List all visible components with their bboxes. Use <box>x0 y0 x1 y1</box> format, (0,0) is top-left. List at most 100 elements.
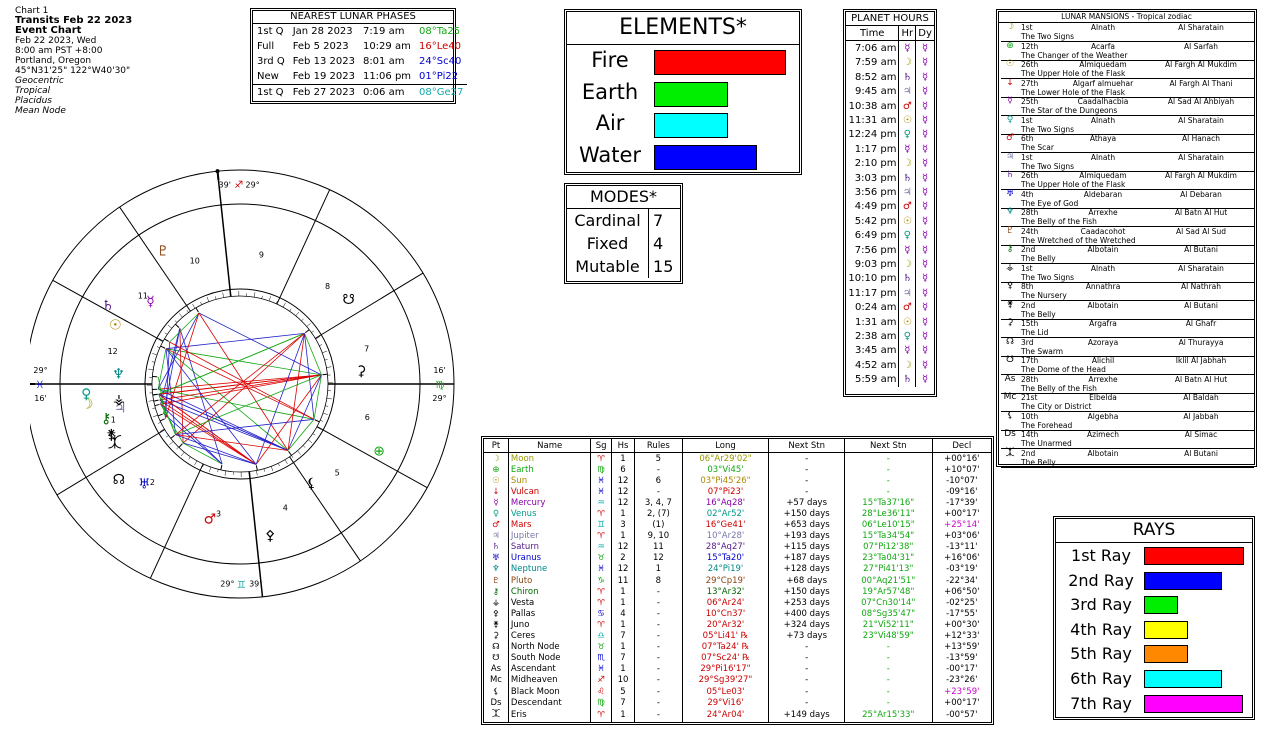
house-number: 12 <box>611 486 636 498</box>
longitude: 03°Pi45'26" <box>682 475 770 487</box>
ray-bar <box>1144 694 1243 713</box>
house-number: 1 <box>611 619 636 631</box>
position-row: ⚵ Juno ♈ 1-20°Ar32' +324 days 21°Vi52'11" +00°… <box>484 619 991 631</box>
mansion-name: Alnath <box>1090 152 1116 162</box>
element-row: Earth <box>567 77 797 108</box>
mansion-meaning: The Swarm <box>1021 346 1064 356</box>
point-icon: ⚷ <box>484 586 509 598</box>
mansion-number: 17th <box>1021 356 1039 365</box>
station-days: - <box>768 663 845 675</box>
planet-day-ruler-icon: ☿ <box>922 302 929 314</box>
cusp-sign-icon: ♓ <box>36 380 45 391</box>
sign-icon: ♈ <box>590 452 612 465</box>
planet-day-ruler-icon: ☿ <box>922 186 929 198</box>
longitude: 24°Pi19' <box>682 563 770 576</box>
sign-icon: ♓ <box>590 475 612 487</box>
point-name: Pallas <box>508 608 592 620</box>
sign-icon: ♈ <box>590 586 612 598</box>
cusp-minute-label: 39' <box>219 181 231 190</box>
declination: -00°17' <box>946 664 978 675</box>
mode-label: Cardinal <box>567 209 650 232</box>
point-name: Vulcan <box>508 486 592 498</box>
mansion-name: Albotain <box>1087 245 1119 254</box>
planet-day-ruler-icon: ☿ <box>922 129 929 141</box>
station-position: 25°Ar15'33" <box>844 708 933 723</box>
mc-arrow <box>216 171 220 181</box>
degree-tick <box>311 330 315 333</box>
planet-hour-ruler-icon: ☿ <box>898 242 917 258</box>
sign-icon: ♈ <box>590 708 612 723</box>
lunar-mansion-row: ↓ 27th Algarf almuehar Al Fargh Al Thani The… <box>1001 78 1254 98</box>
planet-position-tick <box>157 413 163 417</box>
planet-hour-time: 2:10 pm <box>846 156 900 171</box>
declination: -03°19' <box>946 564 978 575</box>
mansion-arabic-name: Al Butani <box>1184 448 1218 458</box>
degree-tick <box>209 466 212 472</box>
station-position: 06°Le10'15" <box>844 519 933 531</box>
planet-hour-time: 7:59 am <box>846 55 900 71</box>
planet-hour-ruler-icon: ☉ <box>898 314 917 330</box>
planet-hour-row: 12:24 pm ♀ ☿ <box>846 127 934 143</box>
point-icon: ⚶ <box>484 597 509 609</box>
mansion-number: 27th <box>1021 78 1039 88</box>
declination: +12°33' <box>944 631 980 642</box>
planet-day-ruler-icon: ☿ <box>922 86 929 98</box>
point-icon: ⚴ <box>484 608 509 620</box>
house-cusp-line <box>216 171 232 297</box>
planet-hour-time: 9:45 am <box>846 84 900 99</box>
degree-tick <box>325 405 329 407</box>
planet-position-tick <box>154 403 160 407</box>
sign-icon: ♈ <box>590 597 612 609</box>
degree-tick <box>167 324 173 329</box>
lunar-mansion-row: ⚷ 2nd Albotain Al Butani The Belly <box>1001 245 1254 265</box>
position-row: ⚴ Pallas ♋ 4-10°Cn37' +400 days 08°Sg35'47" -1… <box>484 608 991 620</box>
station-days: +73 days <box>768 630 845 642</box>
degree-tick <box>156 346 160 349</box>
rules-houses: - <box>634 486 683 498</box>
longitude: 29°Sg39'27" <box>682 674 770 686</box>
mode-row: Mutable 15 <box>567 255 680 278</box>
lunar-phases-panel: NEAREST LUNAR PHASES 1st Q Jan 28 2023 7:1… <box>250 8 468 104</box>
mansion-arabic-name: Al Fargh Al Mukdim <box>1165 171 1237 180</box>
planet-hour-ruler-icon: ♃ <box>898 286 917 301</box>
degree-tick <box>188 456 191 460</box>
mansion-name: Algarf almuehar <box>1072 78 1134 88</box>
station-days: +57 days <box>768 497 845 509</box>
house-number: 1 <box>611 452 636 465</box>
lunar-mansion-row: ☋ 17th Alichil Iklil Al Jabhah The Dome of t… <box>1001 356 1254 376</box>
degree-tick <box>297 450 301 455</box>
planet-glyph-icon: ☉ <box>109 318 122 334</box>
degree-tick <box>148 400 154 402</box>
house-number: 12 <box>108 347 118 356</box>
cusp-sign-icon: ♊ <box>237 580 246 591</box>
position-row: ↓ Vulcan ♓ 12-07°Pi23' - - -09°16' <box>484 486 991 498</box>
modes-panel: MODES* Cardinal 7 Fixed 4 Mutable 15 <box>564 183 683 284</box>
house-number: 11 <box>611 575 636 587</box>
positions-column-header: Pt <box>484 439 509 453</box>
point-name: North Node <box>508 641 592 653</box>
mansion-number: 12th <box>1021 41 1039 51</box>
phase-date: Feb 5 2023 <box>292 41 349 52</box>
chart-option: Placidus <box>15 96 52 106</box>
degree-tick <box>253 292 256 298</box>
planet-day-ruler-icon: ☿ <box>922 244 929 256</box>
sign-icon: ♈ <box>590 619 612 631</box>
mansion-number: 2nd <box>1021 300 1036 310</box>
planet-hour-row: 9:45 am ♃ ☿ <box>846 84 934 99</box>
mansion-name: Caadalhacbia <box>1077 97 1129 106</box>
lunar-phases-title: NEAREST LUNAR PHASES <box>253 11 453 24</box>
declination: +00°16' <box>944 453 980 464</box>
station-days: +187 days <box>768 552 845 564</box>
degree-tick <box>194 460 198 466</box>
house-number: 9 <box>259 250 264 259</box>
mansion-point-icon: Mc <box>1003 392 1017 402</box>
station-position: - <box>844 641 933 653</box>
position-row: As Ascendant ♓ 1-29°Pi16'17" - - -00°17' <box>484 663 991 675</box>
house-number: 2 <box>611 552 636 564</box>
point-icon: ♂ <box>484 519 509 531</box>
longitude: 07°Ta24' ℞ <box>682 641 770 653</box>
mansion-number: 25th <box>1021 97 1039 106</box>
declination: -02°25' <box>946 597 978 608</box>
mansion-arabic-name: Al Sharatain <box>1178 23 1224 32</box>
mansion-name: Annathra <box>1085 282 1121 291</box>
